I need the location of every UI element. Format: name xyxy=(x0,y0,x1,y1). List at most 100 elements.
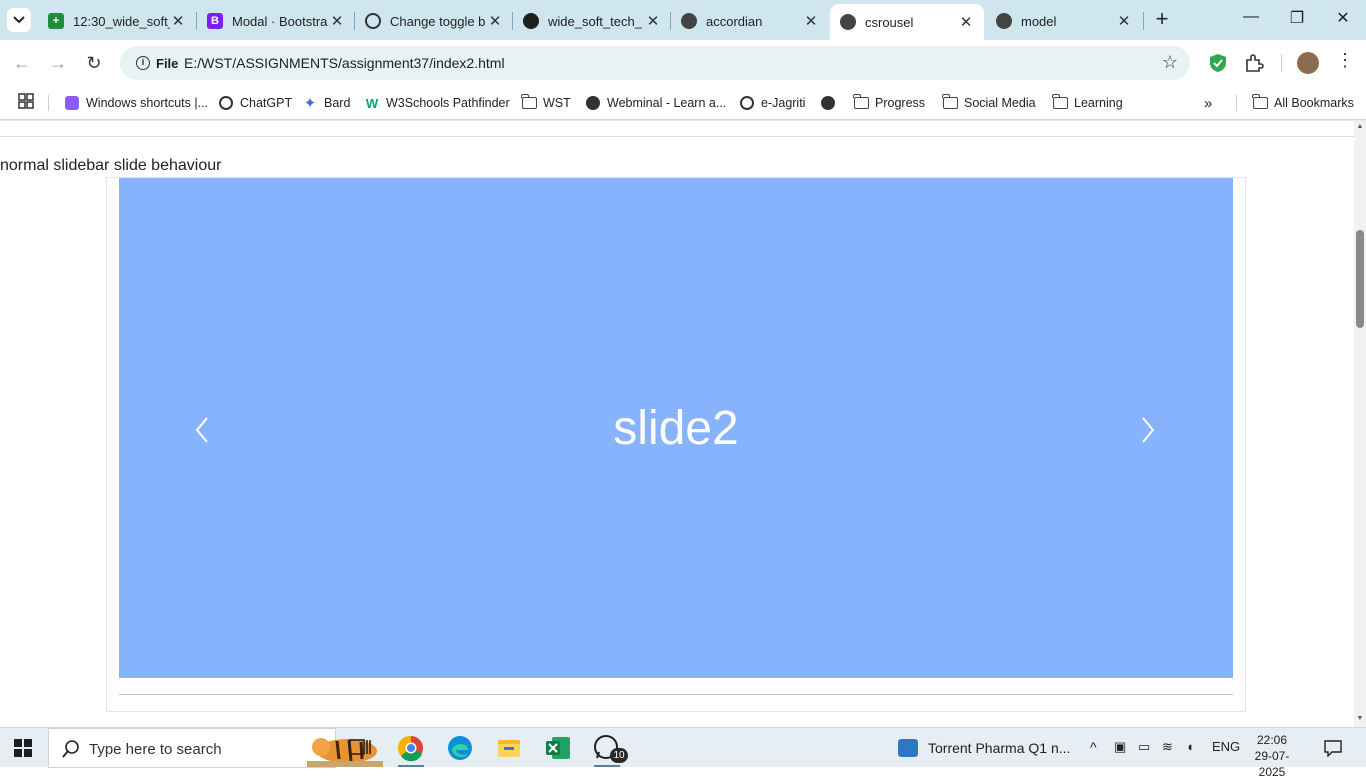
forward-button[interactable]: → xyxy=(45,50,71,76)
search-placeholder: Type here to search xyxy=(89,741,222,758)
language-indicator[interactable]: ENG xyxy=(1212,739,1240,754)
restore-button[interactable]: ❐ xyxy=(1282,8,1312,32)
extensions-icon[interactable] xyxy=(1243,52,1265,74)
close-icon[interactable]: ✕ xyxy=(487,12,503,30)
task-view-icon[interactable] xyxy=(346,734,374,762)
bootstrap-icon: B xyxy=(207,13,223,29)
folder-icon xyxy=(1051,94,1068,111)
tab-title: model xyxy=(1021,13,1057,29)
close-icon[interactable]: ✕ xyxy=(803,12,819,30)
bookmark-windows-shortcuts[interactable]: Windows shortcuts |... xyxy=(64,92,208,114)
bookmark-ejagriti[interactable]: e-Jagriti xyxy=(739,92,805,114)
tab-search-button[interactable] xyxy=(7,8,31,32)
info-icon: i xyxy=(136,56,150,70)
new-tab-button[interactable]: + xyxy=(1150,8,1174,32)
tab-title: accordian xyxy=(706,13,763,29)
apps-grid-icon[interactable] xyxy=(18,93,34,109)
close-icon[interactable]: ✕ xyxy=(329,12,345,30)
reload-button[interactable]: ↻ xyxy=(81,50,107,76)
chatgpt-icon xyxy=(218,95,234,111)
chrome-icon[interactable] xyxy=(397,734,425,762)
close-icon[interactable]: ✕ xyxy=(645,12,661,30)
clock-time: 22:06 xyxy=(1256,733,1288,747)
close-icon[interactable]: ✕ xyxy=(1116,12,1132,30)
taskbar-search-box[interactable]: Type here to search xyxy=(48,728,383,768)
bookmark-folder-social-media[interactable]: Social Media xyxy=(941,92,1036,114)
carousel-prev-button[interactable] xyxy=(187,410,217,450)
address-bar[interactable]: i File E:/WST/ASSIGNMENTS/assignment37/i… xyxy=(120,46,1190,80)
close-icon[interactable]: ✕ xyxy=(958,13,974,31)
bookmark-folder-progress[interactable]: Progress xyxy=(852,92,926,114)
close-window-button[interactable]: ✕ xyxy=(1328,8,1358,32)
bookmarks-bar: Windows shortcuts |... ChatGPT ✦ Bard W … xyxy=(0,86,1366,120)
close-icon[interactable]: ✕ xyxy=(170,12,186,30)
more-bookmarks-chevron-icon[interactable]: » xyxy=(1204,92,1212,114)
browser-chrome: + 12:30_wide_soft_ ✕ B Modal · Bootstra … xyxy=(0,0,1366,121)
windows-start-icon[interactable] xyxy=(14,739,32,757)
url-text[interactable]: E:/WST/ASSIGNMENTS/assignment37/index2.h… xyxy=(184,55,505,71)
windows-shortcuts-icon xyxy=(64,95,80,111)
bookmark-label: Bard xyxy=(324,96,351,110)
taskbar-clock[interactable]: 22:06 29-07-2025 xyxy=(1246,732,1298,780)
chatgpt-icon xyxy=(365,13,381,29)
slide-label: slide2 xyxy=(613,401,739,455)
volume-icon[interactable]: ◖ xyxy=(1186,739,1194,754)
tab-title: csrousel xyxy=(865,14,914,30)
battery-icon[interactable]: ▭ xyxy=(1138,739,1150,755)
bookmark-label: ChatGPT xyxy=(240,96,293,110)
carousel-slide: slide2 xyxy=(119,178,1233,678)
file-explorer-icon[interactable] xyxy=(495,734,523,762)
carousel-next-button[interactable] xyxy=(1133,410,1163,450)
news-widget[interactable]: Torrent Pharma Q1 n... xyxy=(898,738,1070,758)
scroll-down-arrow-icon[interactable]: ▼ xyxy=(1356,715,1364,722)
bookmark-all-bookmarks[interactable]: All Bookmarks xyxy=(1251,92,1354,114)
page-content: normal slidebar slide behaviour slide2 xyxy=(0,121,1354,727)
tab-title: 12:30_wide_soft_ xyxy=(73,13,170,29)
scroll-up-arrow-icon[interactable]: ▲ xyxy=(1356,123,1364,130)
minimize-button[interactable]: — xyxy=(1236,8,1266,32)
chevron-down-icon xyxy=(13,16,25,24)
page-scrollbar[interactable]: ▲ ▼ xyxy=(1354,121,1366,727)
tab-csrousel[interactable]: csrousel ✕ xyxy=(830,4,984,40)
menu-kebab-icon[interactable]: ⋮ xyxy=(1336,50,1354,71)
folder-icon xyxy=(852,94,869,111)
excel-icon[interactable] xyxy=(544,734,572,762)
bookmark-chatgpt[interactable]: ChatGPT xyxy=(218,92,292,114)
globe-icon xyxy=(585,95,601,111)
bookmark-star-icon[interactable]: ☆ xyxy=(1162,52,1178,73)
bookmark-globe[interactable] xyxy=(820,92,842,114)
tab-chatgpt[interactable]: Change toggle b ✕ xyxy=(355,4,513,38)
scrollbar-thumb[interactable] xyxy=(1356,230,1364,328)
google-sheets-icon: + xyxy=(48,13,64,29)
tab-model[interactable]: model ✕ xyxy=(986,4,1142,38)
edge-icon[interactable] xyxy=(446,734,474,762)
bookmark-label: Social Media xyxy=(964,96,1036,110)
wifi-icon[interactable]: ≋ xyxy=(1162,739,1173,755)
folder-icon xyxy=(520,94,537,111)
tab-accordian[interactable]: accordian ✕ xyxy=(671,4,829,38)
bookmark-bard[interactable]: ✦ Bard xyxy=(302,92,351,114)
tab-github[interactable]: wide_soft_tech_ ✕ xyxy=(513,4,671,38)
bookmark-webminal[interactable]: Webminal - Learn a... xyxy=(585,92,726,114)
github-icon xyxy=(523,13,539,29)
profile-avatar[interactable] xyxy=(1297,52,1319,74)
back-button[interactable]: ← xyxy=(9,50,35,76)
tab-strip: + 12:30_wide_soft_ ✕ B Modal · Bootstra … xyxy=(0,0,1366,40)
show-hidden-icons-chevron-icon[interactable]: ^ xyxy=(1090,739,1097,755)
shield-extension-icon[interactable] xyxy=(1207,52,1229,74)
windows-taskbar: Type here to search 10 Torrent Pharma Q1… xyxy=(0,727,1366,779)
news-headline: Torrent Pharma Q1 n... xyxy=(928,740,1071,756)
browser-toolbar: ← → ↻ i File E:/WST/ASSIGNMENTS/assignme… xyxy=(0,40,1366,86)
site-info-chip[interactable]: i File xyxy=(128,51,186,75)
bookmark-folder-wst[interactable]: WST xyxy=(520,92,571,114)
ejagriti-icon xyxy=(739,95,755,111)
tab-sheets[interactable]: + 12:30_wide_soft_ ✕ xyxy=(38,4,196,38)
clock-date: 29-07-2025 xyxy=(1254,749,1290,779)
meet-now-icon[interactable]: ▣ xyxy=(1114,739,1126,755)
notifications-icon[interactable] xyxy=(1324,739,1342,757)
tab-bootstrap[interactable]: B Modal · Bootstra ✕ xyxy=(197,4,355,38)
bookmark-w3schools[interactable]: W W3Schools Pathfinder xyxy=(364,92,510,114)
bookmark-folder-learning[interactable]: Learning xyxy=(1051,92,1123,114)
w3schools-icon: W xyxy=(365,95,379,111)
bookmark-label: Progress xyxy=(875,96,926,110)
